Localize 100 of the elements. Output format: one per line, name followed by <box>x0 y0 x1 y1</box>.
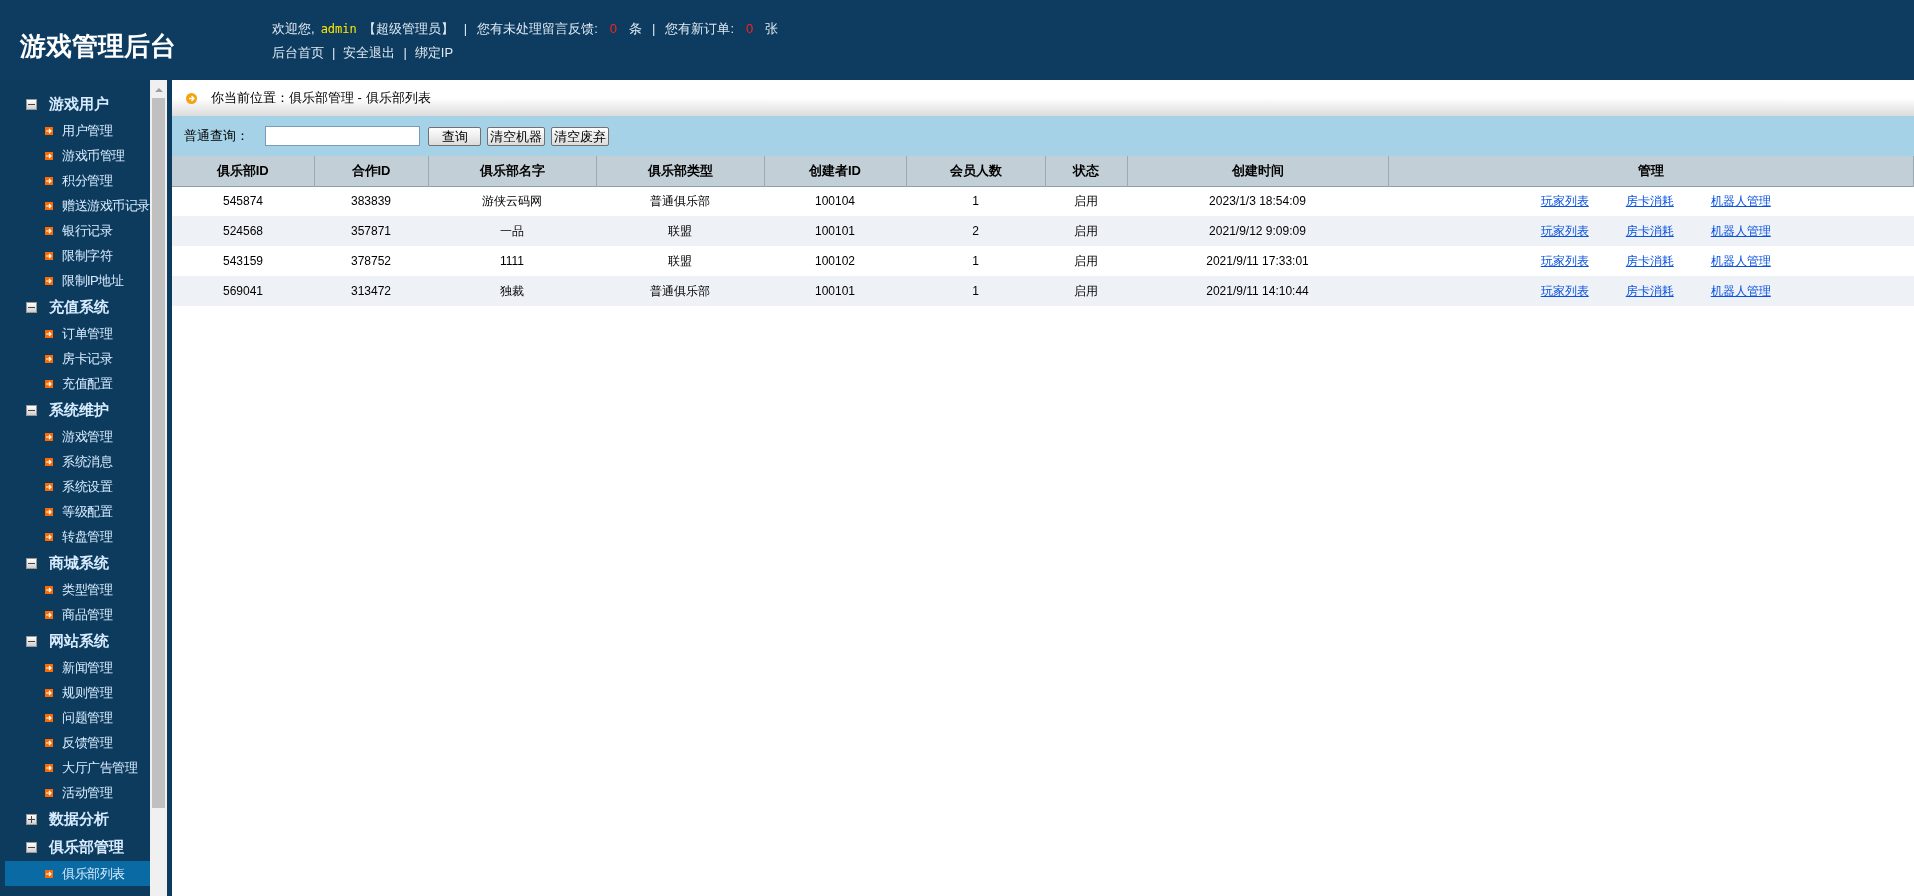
sidebar-item[interactable]: 等级配置 <box>5 499 150 524</box>
search-field[interactable] <box>265 126 420 146</box>
sidebar-item[interactable]: 商品管理 <box>5 602 150 627</box>
minus-icon[interactable] <box>26 557 37 569</box>
username: admin <box>320 20 357 38</box>
sidebar-item[interactable]: 大厅广告管理 <box>5 755 150 780</box>
minus-icon[interactable] <box>26 635 37 647</box>
arrow-icon <box>45 201 53 210</box>
table-cell: 524568 <box>222 224 263 238</box>
arrow-icon <box>45 329 53 338</box>
action-link[interactable]: 机器人管理 <box>1710 282 1771 300</box>
nav-link[interactable]: 绑定IP <box>414 42 454 62</box>
arrow-icon <box>45 688 53 697</box>
nav-link[interactable]: 后台首页 <box>272 42 324 62</box>
table-cell: 1 <box>972 254 979 268</box>
sidebar-item[interactable]: 游戏管理 <box>5 424 150 449</box>
column-header: 会员人数 <box>906 156 1045 186</box>
action-link[interactable]: 机器人管理 <box>1710 192 1771 211</box>
table-cell: 545874 <box>222 194 263 209</box>
sidebar-item[interactable]: 房卡记录 <box>5 346 150 371</box>
table-cell: 启用 <box>1074 284 1098 298</box>
separator: | <box>331 43 337 62</box>
table-cell: 启用 <box>1074 224 1098 238</box>
arrow-icon <box>45 869 53 878</box>
scroll-thumb[interactable] <box>152 98 165 808</box>
sidebar-group[interactable]: 系统维护 <box>0 396 150 424</box>
arrow-icon <box>45 432 53 441</box>
action-link[interactable]: 机器人管理 <box>1710 252 1771 270</box>
table-cell: 一品 <box>500 224 524 238</box>
arrow-icon <box>45 610 53 619</box>
action-link[interactable]: 房卡消耗 <box>1625 282 1674 300</box>
sidebar-item[interactable]: 限制IP地址 <box>5 268 150 293</box>
table-cell: 569041 <box>222 284 263 298</box>
table-cell: 普通俱乐部 <box>650 284 710 298</box>
welcome-text: 您有未处理留言反馈: <box>477 20 598 38</box>
sidebar-group[interactable]: 商城系统 <box>0 549 150 577</box>
table-cell: 独裁 <box>500 284 524 298</box>
arrow-icon <box>45 788 53 797</box>
welcome-text: 【超级管理员】 <box>362 20 454 38</box>
action-link[interactable]: 玩家列表 <box>1540 192 1589 211</box>
sidebar-item[interactable]: 赠送游戏币记录 <box>5 193 150 218</box>
table-cell: 2021/9/11 14:10:44 <box>1206 284 1309 298</box>
sidebar-item[interactable]: 俱乐部列表 <box>5 861 150 886</box>
action-link[interactable]: 玩家列表 <box>1540 282 1589 300</box>
table-cell: 1 <box>972 194 979 209</box>
arrow-icon <box>45 151 53 160</box>
sidebar-item[interactable]: 类型管理 <box>5 577 150 602</box>
arrow-icon <box>45 126 53 135</box>
action-link[interactable]: 玩家列表 <box>1540 222 1589 240</box>
sidebar-group[interactable]: 数据分析 <box>0 805 150 833</box>
table-cell: 2 <box>972 224 979 238</box>
sidebar-item[interactable]: 用户管理 <box>5 118 150 143</box>
search-button[interactable]: 查询 <box>428 126 481 146</box>
action-link[interactable]: 机器人管理 <box>1710 222 1771 240</box>
minus-icon[interactable] <box>26 404 37 416</box>
separator: | <box>402 43 408 62</box>
table-cell: 联盟 <box>668 254 692 268</box>
table-cell: 启用 <box>1074 254 1098 268</box>
sidebar-item[interactable]: 系统设置 <box>5 474 150 499</box>
sidebar-item[interactable]: 新闻管理 <box>5 655 150 680</box>
action-link[interactable]: 房卡消耗 <box>1625 192 1674 211</box>
minus-icon[interactable] <box>26 301 37 313</box>
sidebar-item[interactable]: 游戏币管理 <box>5 143 150 168</box>
sidebar-group[interactable]: 网站系统 <box>0 627 150 655</box>
search-button[interactable]: 清空机器 <box>487 126 545 146</box>
scrollbar[interactable] <box>150 80 167 896</box>
sidebar-item[interactable]: 限制字符 <box>5 243 150 268</box>
sidebar-item[interactable]: 充值配置 <box>5 371 150 396</box>
sidebar-group[interactable]: 俱乐部管理 <box>0 833 150 861</box>
plus-icon[interactable] <box>26 813 37 825</box>
welcome-text: 您有新订单: <box>665 20 734 38</box>
sidebar-item[interactable]: 转盘管理 <box>5 524 150 549</box>
sidebar-item[interactable]: 反馈管理 <box>5 730 150 755</box>
sidebar-item[interactable]: 系统消息 <box>5 449 150 474</box>
table-cell: 100104 <box>814 194 855 209</box>
sidebar-item[interactable]: 规则管理 <box>5 680 150 705</box>
minus-icon[interactable] <box>26 841 37 853</box>
arrow-icon <box>45 176 53 185</box>
action-link[interactable]: 房卡消耗 <box>1625 222 1674 240</box>
sidebar-group[interactable]: 游戏用户 <box>0 90 150 118</box>
table-cell: 1111 <box>500 254 524 268</box>
sidebar-item[interactable]: 订单管理 <box>5 321 150 346</box>
breadcrumb-text: 你当前位置：俱乐部管理 - 俱乐部列表 <box>211 89 431 108</box>
minus-icon[interactable] <box>26 98 37 110</box>
arrow-icon <box>45 482 53 491</box>
table-cell: 100101 <box>814 224 855 238</box>
sidebar-item[interactable]: 银行记录 <box>5 218 150 243</box>
arrow-icon <box>45 251 53 260</box>
welcome-text: 张 <box>765 20 779 38</box>
sidebar-item[interactable]: 问题管理 <box>5 705 150 730</box>
arrow-icon <box>45 585 53 594</box>
action-link[interactable]: 房卡消耗 <box>1625 252 1674 270</box>
action-link[interactable]: 玩家列表 <box>1540 252 1589 270</box>
sidebar-item[interactable]: 积分管理 <box>5 168 150 193</box>
nav-link[interactable]: 安全退出 <box>343 42 396 62</box>
table-cell: 543159 <box>222 254 263 268</box>
sidebar-item[interactable]: 活动管理 <box>5 780 150 805</box>
sidebar-group[interactable]: 充值系统 <box>0 293 150 321</box>
search-button[interactable]: 清空废弃 <box>551 126 609 146</box>
arrow-icon <box>45 532 53 541</box>
